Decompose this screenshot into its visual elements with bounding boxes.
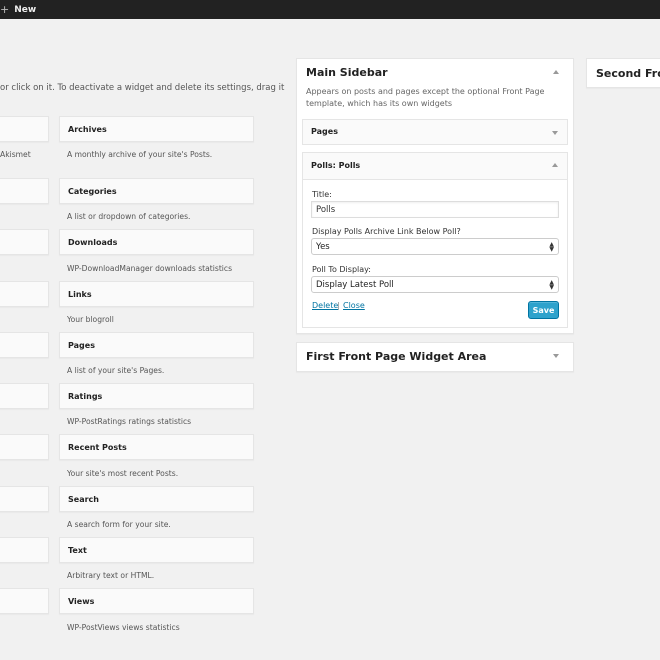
expand-arrow-icon[interactable] bbox=[553, 354, 559, 358]
widget-description: A list of your site's Pages. bbox=[67, 366, 165, 375]
available-widget-partial[interactable] bbox=[0, 229, 49, 255]
select-updown-icon: ▲ ▼ bbox=[549, 279, 554, 291]
close-link[interactable]: Close bbox=[343, 301, 365, 310]
widget-description: Your site's most recent Posts. bbox=[67, 469, 179, 478]
sidebar-widget-pages-title[interactable]: Pages bbox=[311, 127, 338, 136]
delete-link[interactable]: Delete bbox=[312, 301, 338, 310]
available-widget-search[interactable]: Search bbox=[59, 486, 254, 512]
widget-description-partial: Akismet bbox=[0, 150, 31, 159]
widget-description: Arbitrary text or HTML. bbox=[67, 571, 155, 580]
sidebar-widget-pages[interactable] bbox=[302, 119, 568, 145]
widget-description: WP-PostRatings ratings statistics bbox=[67, 417, 192, 426]
collapse-arrow-icon[interactable] bbox=[553, 70, 559, 74]
widget-description: Your blogroll bbox=[67, 315, 114, 324]
collapse-arrow-icon[interactable] bbox=[552, 163, 558, 167]
widget-description: WP-DownloadManager downloads statistics bbox=[67, 264, 233, 273]
widget-description: WP-PostViews views statistics bbox=[67, 623, 180, 632]
widget-description: A search form for your site. bbox=[67, 520, 171, 529]
available-widget-partial[interactable] bbox=[0, 486, 49, 512]
select-updown-icon: ▲ ▼ bbox=[549, 241, 554, 253]
archive-link-label: Display Polls Archive Link Below Poll? bbox=[312, 227, 461, 236]
new-content-link[interactable]: New bbox=[14, 5, 36, 15]
available-widget-partial[interactable] bbox=[0, 383, 49, 409]
available-widget-links[interactable]: Links bbox=[59, 281, 254, 307]
second-front-page-widget-area-title[interactable]: Second Front bbox=[596, 67, 660, 80]
plus-icon[interactable]: + bbox=[0, 3, 9, 16]
available-widget-partial[interactable] bbox=[0, 332, 49, 358]
available-widget-pages[interactable]: Pages bbox=[59, 332, 254, 358]
available-widget-partial[interactable] bbox=[0, 116, 49, 142]
poll-to-display-select-value: Display Latest Poll bbox=[316, 279, 394, 290]
widgets-intro-text: or click on it. To deactivate a widget a… bbox=[0, 83, 285, 93]
poll-to-display-select[interactable]: Display Latest Poll ▲ ▼ bbox=[311, 276, 559, 293]
available-widget-recent-posts[interactable]: Recent Posts bbox=[59, 434, 254, 460]
main-sidebar-title[interactable]: Main Sidebar bbox=[306, 66, 388, 79]
available-widget-ratings[interactable]: Ratings bbox=[59, 383, 254, 409]
poll-to-display-label: Poll To Display: bbox=[312, 265, 371, 274]
save-button[interactable]: Save bbox=[528, 301, 559, 319]
available-widget-archives[interactable]: Archives bbox=[59, 116, 254, 142]
available-widget-partial[interactable] bbox=[0, 178, 49, 204]
main-sidebar-description: Appears on posts and pages except the op… bbox=[306, 87, 545, 108]
link-separator: | bbox=[337, 301, 340, 310]
available-widget-text[interactable]: Text bbox=[59, 537, 254, 563]
first-front-page-widget-area-title[interactable]: First Front Page Widget Area bbox=[306, 350, 486, 363]
available-widget-partial[interactable] bbox=[0, 537, 49, 563]
title-field[interactable]: Polls bbox=[311, 201, 559, 218]
archive-link-select[interactable]: Yes ▲ ▼ bbox=[311, 238, 559, 255]
available-widget-partial[interactable] bbox=[0, 588, 49, 614]
title-field-label: Title: bbox=[312, 190, 332, 199]
expand-arrow-icon[interactable] bbox=[552, 131, 558, 135]
widget-description: A list or dropdown of categories. bbox=[67, 212, 191, 221]
admin-bar: + New bbox=[0, 0, 660, 19]
available-widget-partial[interactable] bbox=[0, 281, 49, 307]
available-widget-downloads[interactable]: Downloads bbox=[59, 229, 254, 255]
available-widget-views[interactable]: Views bbox=[59, 588, 254, 614]
archive-link-select-value: Yes bbox=[316, 241, 330, 252]
widget-description: A monthly archive of your site's Posts. bbox=[67, 150, 213, 159]
sidebar-widget-polls-title[interactable]: Polls: Polls bbox=[311, 161, 360, 170]
available-widget-categories[interactable]: Categories bbox=[59, 178, 254, 204]
available-widget-partial[interactable] bbox=[0, 434, 49, 460]
